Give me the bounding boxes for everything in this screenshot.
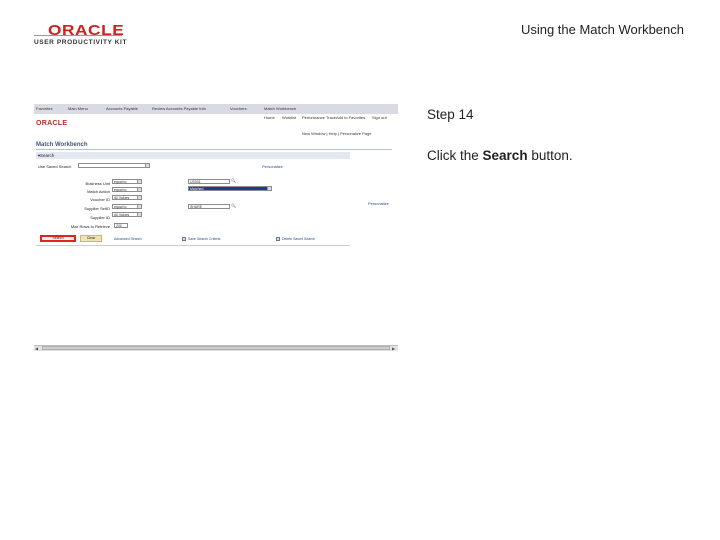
operator-value: equal to: [114, 188, 127, 192]
max-rows-label: Max Rows to Retrieve: [70, 224, 110, 229]
operator-value: equal to: [114, 180, 127, 184]
breadcrumb-item[interactable]: Review Accounts Payable Info: [152, 106, 206, 111]
instruction-text: Click the Search button.: [427, 148, 573, 163]
chevron-down-icon[interactable]: [137, 213, 141, 216]
chevron-down-icon[interactable]: [137, 196, 141, 199]
section-divider: [36, 245, 350, 246]
app-screenshot: Favorites Main Menu Accounts Payable Rev…: [34, 104, 398, 352]
lookup-icon[interactable]: 🔍: [231, 178, 236, 183]
breadcrumb-item[interactable]: Favorites: [36, 106, 52, 111]
scrollbar-thumb[interactable]: [42, 346, 390, 350]
field-label: Supplier ID: [90, 215, 110, 220]
slide-title: Using the Match Workbench: [520, 22, 684, 37]
chevron-down-icon[interactable]: [137, 205, 141, 208]
max-rows-input[interactable]: 200: [114, 223, 128, 228]
field-label: Business Unit: [85, 181, 110, 186]
step-label: Step 14: [427, 107, 474, 122]
scroll-left-icon[interactable]: ◀: [35, 346, 38, 351]
app-logo: ORACLE: [36, 120, 68, 127]
field-value: SHARE: [190, 205, 203, 209]
instruction-prefix: Click the: [427, 148, 483, 163]
field-value: US001: [190, 180, 201, 184]
upk-logo-text: USER PRODUCTIVITY KIT: [34, 39, 128, 46]
sign-out-link[interactable]: Sign out: [372, 115, 387, 120]
instruction-suffix: button.: [527, 148, 573, 163]
saved-search-label: Use Saved Search: [38, 164, 72, 169]
performance-trace-link[interactable]: Performance Trace: [302, 115, 336, 120]
business-unit-input[interactable]: US001: [188, 179, 230, 184]
breadcrumb-item[interactable]: Main Menu: [68, 106, 88, 111]
operator-select[interactable]: All Values: [112, 212, 142, 217]
field-value: Matched: [190, 187, 204, 191]
supplier-setid-input[interactable]: SHARE: [188, 204, 230, 209]
delete-icon[interactable]: [276, 237, 280, 241]
search-button[interactable]: Search: [40, 235, 76, 242]
oracle-logo: ORACLE: [48, 22, 125, 39]
save-icon[interactable]: [182, 237, 186, 241]
breadcrumb-item[interactable]: Vouchers: [230, 106, 247, 111]
results-personalize-link[interactable]: Personalize: [368, 201, 389, 206]
chevron-down-icon[interactable]: [267, 187, 271, 190]
lookup-icon[interactable]: 🔍: [231, 203, 236, 208]
worklist-link[interactable]: Worklist: [282, 115, 296, 120]
delete-saved-search-link[interactable]: Delete Saved Search: [282, 237, 315, 241]
clear-button[interactable]: Clear: [80, 235, 102, 242]
saved-search-select[interactable]: [78, 163, 150, 168]
operator-select[interactable]: equal to: [112, 179, 142, 184]
breadcrumb-item[interactable]: Accounts Payable: [106, 106, 138, 111]
operator-select[interactable]: equal to: [112, 187, 142, 192]
section-title: Search: [40, 153, 55, 158]
operator-value: All Values: [114, 196, 130, 200]
window-links[interactable]: New Window | Help | Personalize Page: [302, 131, 371, 136]
chevron-down-icon[interactable]: [145, 164, 149, 167]
add-favorites-link[interactable]: Add to Favorites: [336, 115, 365, 120]
heading-divider: [36, 149, 392, 150]
search-section-header[interactable]: [36, 152, 350, 159]
page-title: Match Workbench: [36, 142, 88, 148]
breadcrumb: Favorites Main Menu Accounts Payable Rev…: [34, 104, 398, 114]
instruction-target: Search: [482, 148, 528, 163]
logo-divider: [34, 35, 122, 36]
save-search-link[interactable]: Save Search Criteria: [188, 237, 220, 241]
scroll-right-icon[interactable]: ▶: [392, 346, 395, 351]
breadcrumb-item[interactable]: Match Workbench: [264, 106, 296, 111]
advanced-search-link[interactable]: Advanced Search: [114, 237, 142, 241]
home-link[interactable]: Home: [264, 115, 275, 120]
operator-select[interactable]: All Values: [112, 195, 142, 200]
chevron-down-icon[interactable]: [137, 180, 141, 183]
operator-value: All Values: [114, 213, 130, 217]
chevron-down-icon[interactable]: [137, 188, 141, 191]
field-label: Match Action: [87, 189, 110, 194]
personalize-link[interactable]: Personalize: [262, 164, 283, 169]
max-rows-value: 200: [116, 224, 122, 228]
field-label: Voucher ID: [90, 197, 110, 202]
field-label: Supplier SetID: [84, 206, 110, 211]
operator-value: equal to: [114, 205, 127, 209]
match-action-select[interactable]: Matched: [188, 186, 272, 191]
operator-select[interactable]: equal to: [112, 204, 142, 209]
